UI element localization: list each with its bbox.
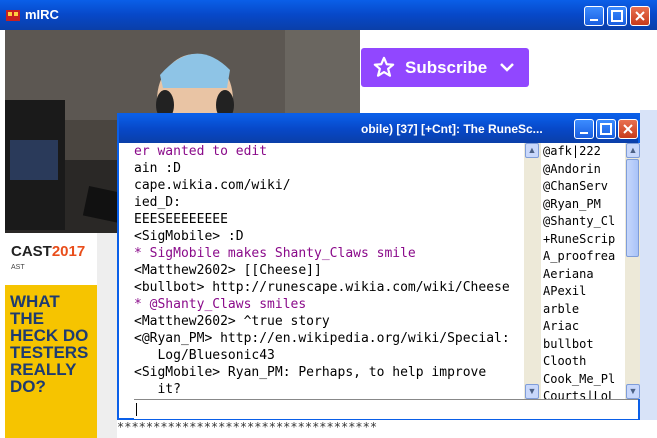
message-line: <SigMobile> :D xyxy=(134,229,244,244)
message-line: <SigMobile> Ryan_PM: Perhaps, to help im… xyxy=(134,365,487,380)
message-line: cape.wikia.com/wiki/ xyxy=(134,178,291,193)
message-line: er wanted to edit xyxy=(134,144,268,159)
nick-item[interactable]: Clooth xyxy=(543,353,627,371)
maximize-icon xyxy=(611,10,623,22)
message-line: <Matthew2602> [[Cheese]] xyxy=(134,263,322,278)
subscribe-label: Subscribe xyxy=(405,58,488,77)
close-icon xyxy=(635,11,645,21)
message-line: ain :D xyxy=(134,161,181,176)
minimize-button[interactable] xyxy=(584,6,604,26)
message-line: ied_D: xyxy=(134,195,181,210)
star-icon xyxy=(373,56,395,77)
maximize-button[interactable] xyxy=(607,6,627,26)
nick-item[interactable]: APexil xyxy=(543,283,627,301)
message-line: * @Shanty_Claws smiles xyxy=(134,297,307,312)
ad-headline: WHAT THE HECK DO TESTERS REALLY DO? xyxy=(10,292,89,396)
nick-item[interactable]: A_proofrea xyxy=(543,248,627,266)
nick-item[interactable]: +RuneScrip xyxy=(543,231,627,249)
message-line: EEESEEEEEEEE xyxy=(134,212,228,227)
channel-title: obile) [37] [+Cnt]: The RuneSc... xyxy=(361,122,543,136)
desktop-edge xyxy=(640,110,657,438)
mirc-title-bar: mIRC xyxy=(0,0,657,30)
minimize-icon xyxy=(580,132,588,134)
chevron-down-icon xyxy=(500,63,514,72)
cast-ad[interactable]: CAST2017 AST WHAT THE HECK DO TESTERS RE… xyxy=(5,233,117,438)
nick-item[interactable]: @afk|222 xyxy=(543,143,627,161)
message-line: <Matthew2602> ^true story xyxy=(134,314,330,329)
bottom-text: ************************************ xyxy=(117,420,657,438)
nick-scrollbar[interactable]: ▲ ▼ xyxy=(625,143,640,399)
nick-item[interactable]: @ChanServ xyxy=(543,178,627,196)
close-button[interactable] xyxy=(630,6,650,26)
nick-item[interactable]: arble xyxy=(543,301,627,319)
message-line: it? xyxy=(134,382,181,397)
channel-title-bar: obile) [37] [+Cnt]: The RuneSc... xyxy=(119,115,638,143)
channel-close-button[interactable] xyxy=(618,119,638,139)
ad-event-name: CAST2017 xyxy=(11,243,86,260)
nick-item[interactable]: Courts|LoL xyxy=(543,388,627,399)
ad-org: AST xyxy=(11,264,25,271)
nick-list[interactable]: @afk|222 @Andorin @ChanServ @Ryan_PM @Shanty… xyxy=(543,143,627,399)
channel-maximize-button[interactable] xyxy=(596,119,616,139)
message-log[interactable]: er wanted to edit ain :D cape.wikia.com/wi… xyxy=(134,143,524,399)
message-line: <@Ryan_PM> http://en.wikipedia.org/wiki/… xyxy=(134,331,510,346)
scroll-down-button[interactable]: ▼ xyxy=(525,384,539,399)
nick-scroll-thumb[interactable] xyxy=(626,159,639,257)
nick-item[interactable]: bullbot xyxy=(543,336,627,354)
maximize-icon xyxy=(600,123,612,135)
text-caret xyxy=(136,403,137,416)
mirc-app-icon xyxy=(6,10,20,21)
nick-item[interactable]: Cook_Me_Pl xyxy=(543,371,627,389)
message-line: Log/Bluesonic43 xyxy=(134,348,275,363)
minimize-icon xyxy=(590,19,598,21)
subscribe-button[interactable]: Subscribe xyxy=(361,48,529,87)
channel-window: obile) [37] [+Cnt]: The RuneSc... er wan… xyxy=(117,113,640,420)
nick-item[interactable]: @Ryan_PM xyxy=(543,196,627,214)
nick-scroll-down-button[interactable]: ▼ xyxy=(626,384,640,399)
app-title: mIRC xyxy=(25,7,59,22)
close-icon xyxy=(623,124,633,134)
scroll-up-button[interactable]: ▲ xyxy=(525,143,539,158)
nick-item[interactable]: Aeriana xyxy=(543,266,627,284)
ad-divider xyxy=(97,233,117,438)
message-scrollbar[interactable]: ▲ ▼ xyxy=(524,143,541,399)
nick-item[interactable]: @Andorin xyxy=(543,161,627,179)
message-input[interactable] xyxy=(134,399,638,419)
message-line: <bullbot> http://runescape.wikia.com/wik… xyxy=(134,280,510,295)
nick-item[interactable]: @Shanty_Cl xyxy=(543,213,627,231)
message-line: * SigMobile makes Shanty_Claws smile xyxy=(134,246,416,261)
ad-panel: WHAT THE HECK DO TESTERS REALLY DO? xyxy=(5,285,97,438)
ad-event-year: 2017 xyxy=(51,243,86,260)
nick-scroll-up-button[interactable]: ▲ xyxy=(626,143,640,158)
nick-item[interactable]: Ariac xyxy=(543,318,627,336)
channel-minimize-button[interactable] xyxy=(574,119,594,139)
